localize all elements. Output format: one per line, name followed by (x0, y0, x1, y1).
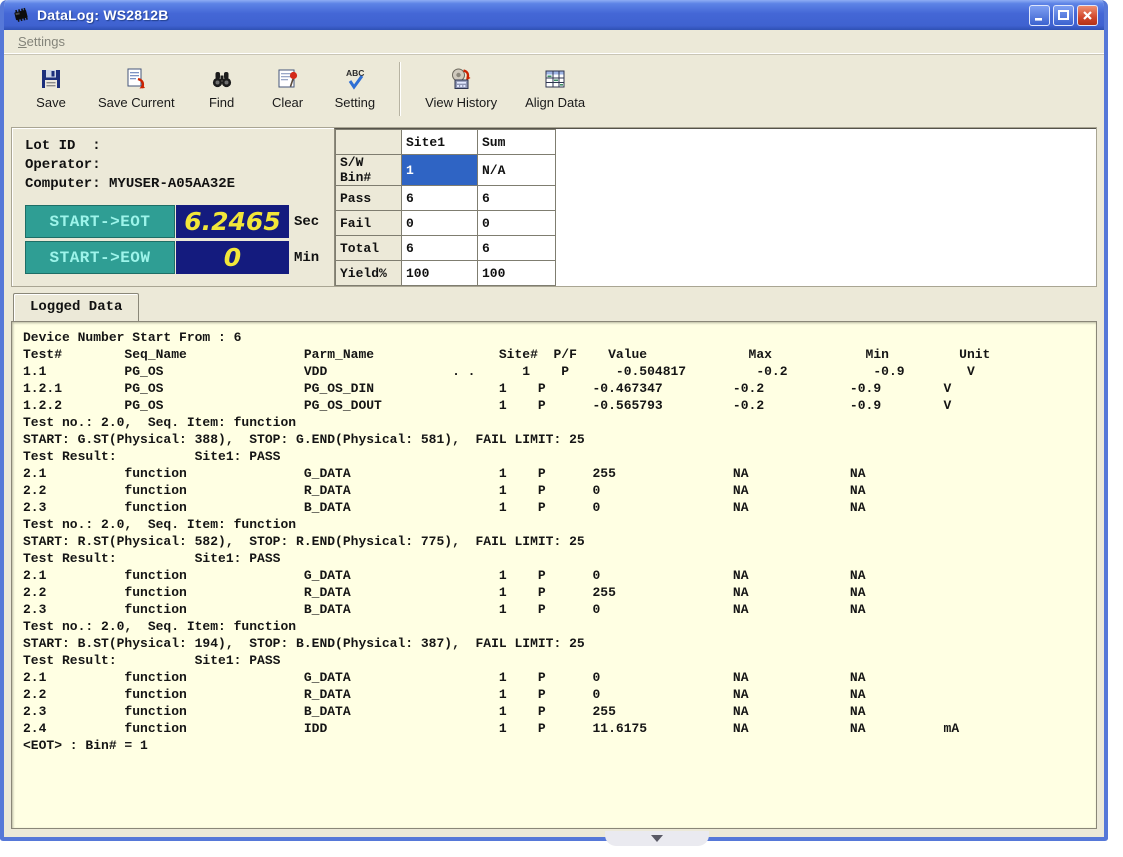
computer-label: Computer: (25, 176, 101, 192)
menu-bar: Settings (4, 30, 1104, 53)
setting-button-label: Setting (335, 95, 375, 110)
row-label-total: Total (336, 236, 402, 261)
timer-eow-value: 0 (176, 241, 289, 274)
setting-button[interactable]: ABC Setting (321, 61, 389, 117)
summary-cell[interactable]: 6 (402, 186, 478, 211)
lot-id-label: Lot ID : (25, 137, 334, 156)
save-button[interactable]: Save (18, 61, 84, 117)
maximize-button[interactable] (1053, 5, 1074, 26)
save-button-label: Save (36, 95, 66, 110)
save-current-button[interactable]: Save Current (84, 61, 189, 117)
align-data-button-label: Align Data (525, 95, 585, 110)
align-data-button[interactable]: Align Data (511, 61, 599, 117)
tab-logged-data[interactable]: Logged Data (13, 293, 139, 321)
find-icon (209, 67, 235, 91)
save-icon (38, 67, 64, 91)
row-label-yield: Yield% (336, 261, 402, 286)
timer-start-eow: START->EOW 0 Min (25, 241, 334, 274)
corner-cell (336, 130, 402, 155)
toolbar: Save Save Current Find Clear (4, 53, 1104, 123)
timer-displays: START->EOT 6.2465 Sec START->EOW 0 Min (25, 205, 334, 274)
table-row: Pass 6 6 (336, 186, 556, 211)
expander-notch[interactable] (605, 831, 709, 846)
datalog-window: DataLog: WS2812B Settings Save (0, 0, 1108, 841)
timer-start-eot: START->EOT 6.2465 Sec (25, 205, 334, 238)
column-header-site1: Site1 (402, 130, 478, 155)
save-current-icon (123, 67, 149, 91)
lot-info-pane: Lot ID : Operator: Computer: MYUSER-A05A… (12, 128, 334, 286)
close-icon (1080, 8, 1095, 23)
table-row: Fail 0 0 (336, 211, 556, 236)
operator-label: Operator: (25, 156, 334, 175)
align-data-icon (542, 67, 568, 91)
clear-icon (275, 67, 301, 91)
table-row: S/W Bin# 1 N/A (336, 155, 556, 186)
setting-icon: ABC (342, 67, 368, 91)
tab-bar: Logged Data (4, 287, 1104, 321)
table-header-row: Site1 Sum (336, 130, 556, 155)
timer-eot-value: 6.2465 (176, 205, 289, 238)
toolbar-separator (399, 62, 401, 116)
minimize-button[interactable] (1029, 5, 1050, 26)
summary-grid: Site1 Sum S/W Bin# 1 N/A Pass 6 6 Fail (334, 128, 1096, 286)
summary-cell[interactable]: 6 (402, 236, 478, 261)
timer-eow-label: START->EOW (25, 241, 175, 274)
summary-cell[interactable]: N/A (478, 155, 556, 186)
row-label-pass: Pass (336, 186, 402, 211)
window-title: DataLog: WS2812B (37, 7, 1026, 23)
row-label-sw-bin: S/W Bin# (336, 155, 402, 186)
summary-cell-selected[interactable]: 1 (402, 155, 478, 186)
timer-eot-unit: Sec (294, 214, 319, 230)
find-button-label: Find (209, 95, 234, 110)
info-panel: Lot ID : Operator: Computer: MYUSER-A05A… (11, 127, 1097, 287)
view-history-button[interactable]: View History (411, 61, 511, 117)
summary-cell[interactable]: 0 (478, 211, 556, 236)
summary-cell[interactable]: 6 (478, 236, 556, 261)
table-row: Total 6 6 (336, 236, 556, 261)
log-text[interactable]: Device Number Start From : 6 Test# Seq_N… (12, 322, 1096, 754)
table-row: Yield% 100 100 (336, 261, 556, 286)
computer-value: MYUSER-A05AA32E (109, 176, 235, 192)
column-header-sum: Sum (478, 130, 556, 155)
clear-button-label: Clear (272, 95, 303, 110)
computer-line: Computer: MYUSER-A05AA32E (25, 175, 334, 194)
minimize-icon (1032, 8, 1047, 23)
summary-cell[interactable]: 6 (478, 186, 556, 211)
clear-button[interactable]: Clear (255, 61, 321, 117)
summary-cell[interactable]: 0 (402, 211, 478, 236)
title-bar: DataLog: WS2812B (4, 0, 1104, 30)
chevron-down-icon (651, 835, 663, 842)
view-history-button-label: View History (425, 95, 497, 110)
timer-eow-unit: Min (294, 250, 319, 266)
close-button[interactable] (1077, 5, 1098, 26)
timer-eot-label: START->EOT (25, 205, 175, 238)
page-background: DataLog: WS2812B Settings Save (0, 0, 1123, 857)
maximize-icon (1056, 8, 1071, 23)
view-history-icon (448, 67, 474, 91)
summary-cell[interactable]: 100 (478, 261, 556, 286)
menu-item-settings[interactable]: Settings (12, 32, 71, 51)
chip-icon (11, 6, 31, 24)
summary-table: Site1 Sum S/W Bin# 1 N/A Pass 6 6 Fail (335, 129, 556, 286)
row-label-fail: Fail (336, 211, 402, 236)
find-button[interactable]: Find (189, 61, 255, 117)
summary-cell[interactable]: 100 (402, 261, 478, 286)
save-current-button-label: Save Current (98, 95, 175, 110)
log-panel: Device Number Start From : 6 Test# Seq_N… (11, 321, 1097, 829)
